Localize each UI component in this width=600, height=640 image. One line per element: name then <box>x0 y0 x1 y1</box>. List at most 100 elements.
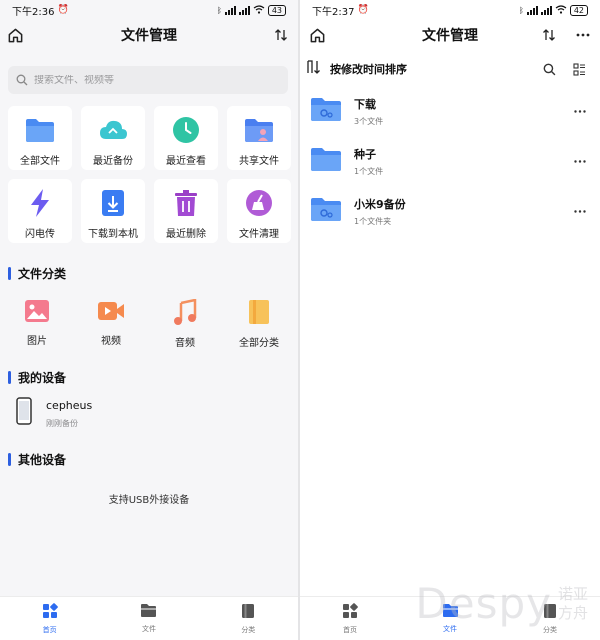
folder-name: 小米9备份 <box>354 197 406 211</box>
nav-label: 分类 <box>543 625 557 634</box>
shared-folder-icon <box>244 115 274 145</box>
category-videos[interactable]: 视频 <box>74 299 148 349</box>
broom-icon <box>244 188 274 218</box>
image-icon <box>24 299 50 327</box>
tile-recently-deleted[interactable]: 最近删除 <box>154 179 218 243</box>
tile-label: 文件清理 <box>239 229 279 240</box>
tile-download-local[interactable]: 下载到本机 <box>81 179 145 243</box>
folder-nav-icon <box>442 603 459 622</box>
tile-label: 最近备份 <box>93 156 133 167</box>
sort-order-icon[interactable] <box>306 59 322 79</box>
nav-label: 分类 <box>241 625 256 634</box>
home-grid-icon <box>42 602 58 623</box>
usb-device-hint: 支持USB外接设备 <box>108 495 190 506</box>
category-audio[interactable]: 音频 <box>148 298 222 349</box>
phone-icon <box>16 397 32 429</box>
category-all[interactable]: 全部分类 <box>222 299 296 349</box>
folder-count: 1个文件 <box>354 166 384 176</box>
more-options-icon[interactable] <box>570 22 596 48</box>
folder-icon <box>310 196 342 226</box>
nav-categories[interactable]: 分类 <box>500 597 600 640</box>
bottom-nav: 首页 文件 分类 <box>0 596 298 640</box>
view-toggle-icon[interactable] <box>566 56 592 82</box>
more-options-icon[interactable] <box>570 101 590 121</box>
all-categories-icon <box>248 299 270 329</box>
folder-icon <box>310 96 342 126</box>
tile-label: 下载到本机 <box>88 229 138 240</box>
book-nav-icon <box>543 603 557 623</box>
status-bar: 下午2:36 ⏰ ᛒ 43 <box>0 0 298 20</box>
folder-row[interactable]: 下载 3个文件 <box>300 86 600 136</box>
alarm-icon: ⏰ <box>57 5 69 15</box>
status-time: 下午2:37 <box>312 6 355 18</box>
sort-icon[interactable] <box>536 22 562 48</box>
home-icon[interactable] <box>304 22 330 48</box>
nav-home[interactable]: 首页 <box>300 597 400 640</box>
tile-recently-viewed[interactable]: 最近查看 <box>154 106 218 170</box>
tile-label: 共享文件 <box>239 156 279 167</box>
search-bar[interactable] <box>8 66 288 94</box>
nav-files[interactable]: 文件 <box>400 597 500 640</box>
home-icon[interactable] <box>2 22 28 48</box>
folder-name: 种子 <box>354 147 376 161</box>
category-label: 图片 <box>27 336 47 347</box>
signal-icon <box>224 5 236 15</box>
tile-shared-files[interactable]: 共享文件 <box>227 106 291 170</box>
nav-label: 首页 <box>42 625 57 634</box>
folder-icon <box>310 146 342 176</box>
tile-recent-backup[interactable]: 最近备份 <box>81 106 145 170</box>
home-grid-icon <box>342 602 358 623</box>
section-header-other-devices: 其他设备 <box>8 451 298 467</box>
section-header-categories: 文件分类 <box>8 265 298 281</box>
folder-icon <box>25 115 55 145</box>
search-icon[interactable] <box>536 56 562 82</box>
category-label: 全部分类 <box>239 338 279 349</box>
nav-files[interactable]: 文件 <box>99 597 198 640</box>
category-row: 图片 视频 音频 全部分类 <box>0 298 298 349</box>
more-options-icon[interactable] <box>570 151 590 171</box>
section-header-my-devices: 我的设备 <box>8 369 298 385</box>
category-images[interactable]: 图片 <box>0 299 74 349</box>
tile-all-files[interactable]: 全部文件 <box>8 106 72 170</box>
bluetooth-icon: ᛒ <box>519 5 524 15</box>
video-icon <box>97 299 125 327</box>
section-title: 文件分类 <box>18 266 67 281</box>
section-title: 我的设备 <box>18 370 67 385</box>
status-bar: 下午2:37 ⏰ ᛒ 42 <box>300 0 600 20</box>
bluetooth-icon: ᛒ <box>217 5 222 15</box>
more-options-icon[interactable] <box>570 201 590 221</box>
tile-file-cleanup[interactable]: 文件清理 <box>227 179 291 243</box>
section-title: 其他设备 <box>18 452 67 467</box>
files-screen: 下午2:37 ⏰ ᛒ 42 文件管理 按修改时间排序 下载 3个文件 种子 1个… <box>300 0 600 640</box>
search-icon <box>16 71 28 90</box>
status-time: 下午2:36 <box>12 6 55 18</box>
clock-icon <box>171 115 201 145</box>
folder-name: 下载 <box>354 97 376 111</box>
sort-label[interactable]: 按修改时间排序 <box>330 61 407 77</box>
page-title: 文件管理 <box>121 28 177 44</box>
header-bar: 文件管理 <box>300 20 600 50</box>
sort-bar: 按修改时间排序 <box>300 52 600 86</box>
category-label: 视频 <box>101 336 121 347</box>
category-label: 音频 <box>175 338 195 349</box>
book-nav-icon <box>241 603 255 623</box>
nav-categories[interactable]: 分类 <box>199 597 298 640</box>
sort-icon[interactable] <box>268 22 294 48</box>
tile-label: 闪电传 <box>25 229 55 240</box>
folder-count: 3个文件 <box>354 116 384 126</box>
nav-label: 首页 <box>343 625 357 634</box>
device-item[interactable]: cepheus 刚刚备份 <box>16 397 298 429</box>
search-input[interactable] <box>34 74 254 86</box>
section-accent-bar <box>8 370 11 384</box>
tile-flash-transfer[interactable]: 闪电传 <box>8 179 72 243</box>
battery-indicator: 42 <box>569 4 588 16</box>
quick-access-grid: 全部文件 最近备份 最近查看 共享文件 闪电传 下载到本机 最近删除 文件清理 <box>8 106 291 243</box>
device-name: cepheus <box>46 399 93 412</box>
folder-row[interactable]: 种子 1个文件 <box>300 136 600 186</box>
signal-icon-2 <box>540 5 552 15</box>
nav-home[interactable]: 首页 <box>0 597 99 640</box>
tile-label: 全部文件 <box>20 156 60 167</box>
bottom-nav: 首页 文件 分类 <box>300 596 600 640</box>
folder-row[interactable]: 小米9备份 1个文件夹 <box>300 186 600 236</box>
trash-icon <box>171 188 201 218</box>
